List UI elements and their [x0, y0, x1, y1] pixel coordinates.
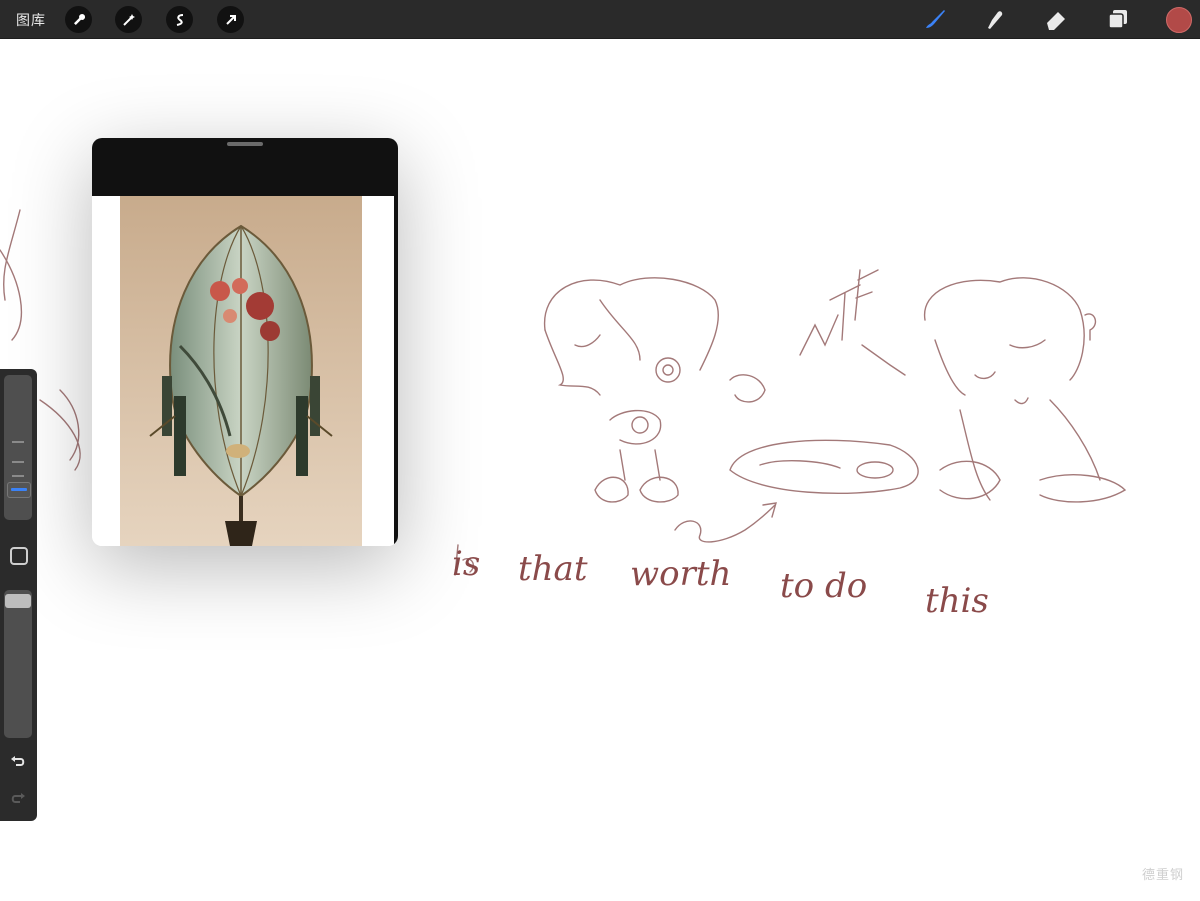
handwriting-worth: worth: [630, 554, 731, 594]
left-sidebar: [0, 369, 37, 821]
undo-icon[interactable]: [8, 752, 28, 772]
modify-button[interactable]: [10, 547, 28, 565]
watermark: 德重钢: [1141, 868, 1184, 883]
brush-size-thumb[interactable]: [7, 482, 31, 498]
slider-tick: [12, 461, 24, 463]
slider-tick: [12, 441, 24, 443]
top-toolbar: 图库: [0, 0, 1200, 39]
slider-tick: [12, 475, 24, 477]
eraser-icon[interactable]: [1043, 6, 1069, 32]
reference-image: [120, 196, 362, 546]
opacity-slider[interactable]: [4, 590, 32, 738]
reference-window-edge: [394, 196, 398, 546]
brush-icon[interactable]: [922, 6, 948, 32]
redo-icon[interactable]: [8, 789, 28, 809]
handwriting-to-do: to do: [780, 566, 867, 606]
handwriting-is: is: [452, 544, 480, 584]
smudge-icon[interactable]: [982, 6, 1008, 32]
brush-size-slider[interactable]: [4, 375, 32, 520]
color-picker-swatch[interactable]: [1166, 7, 1192, 33]
reference-window[interactable]: [92, 138, 398, 546]
reference-window-header[interactable]: [92, 138, 398, 196]
handwriting-that: that: [518, 549, 588, 589]
layers-icon[interactable]: [1105, 6, 1131, 32]
magic-wand-icon[interactable]: [115, 6, 142, 33]
drag-handle[interactable]: [227, 142, 263, 146]
handwriting-this: this: [925, 581, 989, 621]
opacity-thumb[interactable]: [5, 594, 31, 608]
wrench-icon[interactable]: [65, 6, 92, 33]
transform-arrow-icon[interactable]: [217, 6, 244, 33]
gallery-button[interactable]: 图库: [16, 10, 46, 30]
selection-icon[interactable]: [166, 6, 193, 33]
